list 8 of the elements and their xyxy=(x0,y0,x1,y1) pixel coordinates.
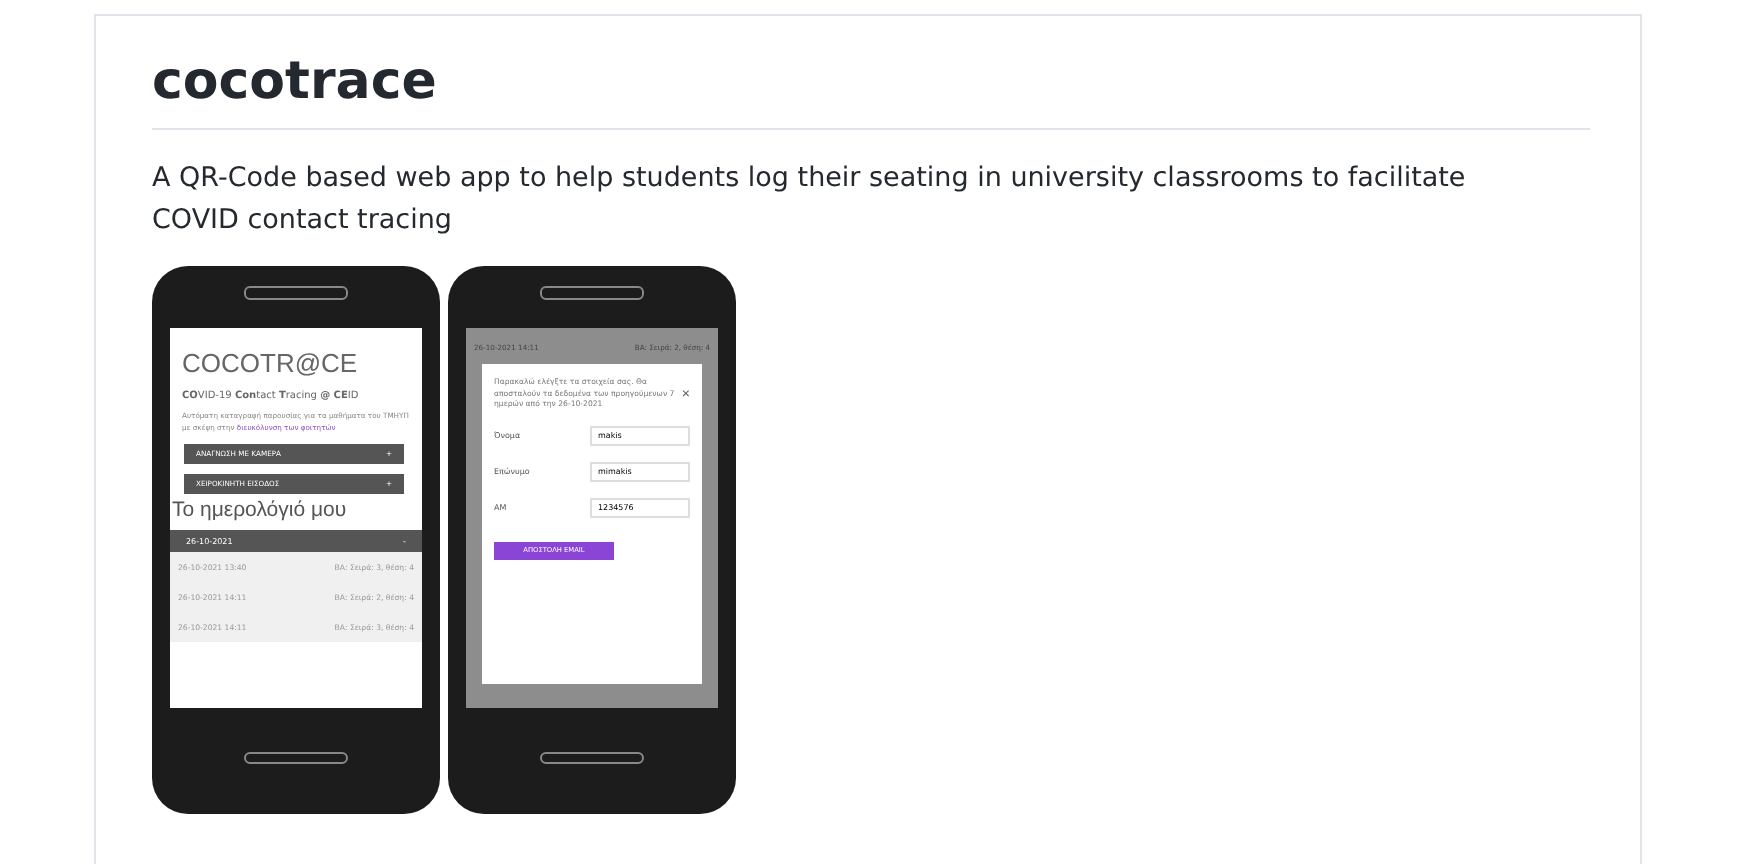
description: A QR-Code based web app to help students log their seating in university classrooms to facilitate COVID contact tracing xyxy=(152,160,1468,240)
speaker-grille xyxy=(244,286,348,300)
speaker-grille xyxy=(244,752,348,764)
readme-title: cocotrace xyxy=(152,52,1590,130)
speaker-grille xyxy=(540,286,644,300)
speaker-grille xyxy=(540,752,644,764)
app-title: COCOTR@CE xyxy=(182,348,360,378)
diary-title: Το ημερολόγιό μου xyxy=(172,498,349,522)
